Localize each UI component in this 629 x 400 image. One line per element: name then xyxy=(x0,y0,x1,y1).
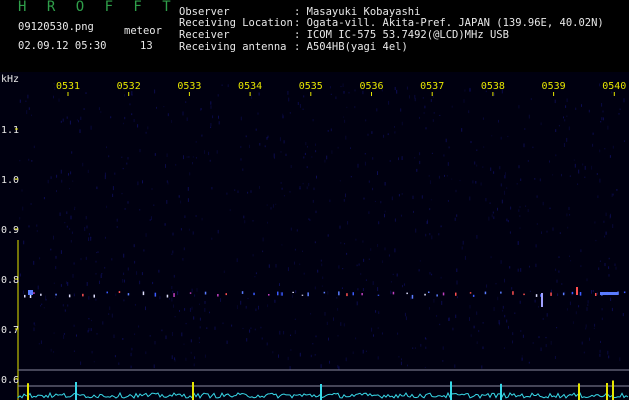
time-tick-label: 0531 xyxy=(56,81,80,92)
echo-dot xyxy=(253,292,255,296)
echo-dot xyxy=(484,291,487,295)
echo-dot xyxy=(377,294,380,296)
echo-dot xyxy=(217,294,219,297)
echo-dot xyxy=(411,294,414,299)
meteor-count: 13 xyxy=(140,40,153,52)
echo-dot xyxy=(346,293,348,297)
spectrogram-background xyxy=(0,72,629,400)
receiver-value: : ICOM IC-575 53.7492(@LCD)MHz USB xyxy=(294,29,509,41)
freq-tick-label: 0.8 xyxy=(1,275,19,286)
echo-dot xyxy=(623,291,626,294)
spectrogram-plot: kHz 0531 0532 0533 0534 0535 0536 0537 0538 0539 0… xyxy=(0,72,629,400)
freq-tick-label: 1.0 xyxy=(1,175,19,186)
echo-dot xyxy=(29,294,32,298)
time-tick-label: 0538 xyxy=(481,81,505,92)
echo-dot xyxy=(118,291,121,293)
signal-spike xyxy=(612,380,614,400)
echo-dot xyxy=(523,293,525,296)
echo-dot xyxy=(571,291,574,295)
time-tick-label: 0533 xyxy=(177,81,201,92)
echo-dot xyxy=(173,293,175,297)
echo-dot xyxy=(428,291,430,293)
echo-dot xyxy=(535,294,538,297)
freq-tick-label: 0.6 xyxy=(1,375,19,386)
echo-dot xyxy=(28,290,33,295)
echo-dot xyxy=(361,293,363,296)
freq-tick-label: 1.1 xyxy=(1,125,19,136)
echo-dot xyxy=(127,293,130,296)
signal-spike xyxy=(606,383,608,400)
signal-spike xyxy=(450,381,452,400)
echo-dot xyxy=(442,292,445,296)
meteor-label: meteor xyxy=(124,25,162,37)
echo-dot xyxy=(352,292,354,296)
echo-dot xyxy=(166,294,169,298)
antenna-value: : A504HB(yagi 4el) xyxy=(294,41,408,53)
echo-dot xyxy=(277,291,279,296)
echo-dot xyxy=(512,291,514,295)
echo-dot xyxy=(154,292,157,297)
echo-dot xyxy=(469,292,472,294)
echo-dot xyxy=(500,291,502,294)
echo-dot xyxy=(579,292,582,296)
echo-dot xyxy=(82,293,84,297)
echo-dot xyxy=(142,291,145,296)
capture-datetime: 02.09.12 05:30 xyxy=(18,40,107,52)
echo-dot xyxy=(600,292,618,295)
echo-dot xyxy=(24,294,26,298)
echo-dot xyxy=(33,292,35,294)
echo-dot xyxy=(106,291,108,294)
echo-dot xyxy=(392,291,395,295)
echo-dot xyxy=(40,293,42,296)
echo-dot xyxy=(323,291,326,294)
echo-dot xyxy=(281,292,283,296)
freq-tick-label: 0.9 xyxy=(1,225,19,236)
echo-dot xyxy=(595,293,597,296)
signal-spike xyxy=(192,382,194,400)
echo-dot xyxy=(338,291,340,296)
echo-dot xyxy=(436,294,438,297)
location-label: Receiving Location xyxy=(179,17,293,29)
time-tick-label: 0534 xyxy=(238,81,262,92)
receiver-label: Receiver xyxy=(179,29,230,41)
echo-dot xyxy=(268,294,270,296)
echo-dot xyxy=(307,292,309,297)
echo-dot xyxy=(292,291,294,293)
signal-spike xyxy=(27,383,29,400)
echo-dot xyxy=(55,293,57,296)
meteor-echo xyxy=(541,293,543,307)
time-tick-label: 0539 xyxy=(542,81,566,92)
freq-tick-label: 0.7 xyxy=(1,325,19,336)
echo-dot xyxy=(225,293,227,296)
echo-dot xyxy=(424,293,426,296)
echo-dot xyxy=(562,292,565,296)
time-tick-label: 0535 xyxy=(299,81,323,92)
time-tick-label: 0537 xyxy=(420,81,444,92)
echo-dot xyxy=(301,294,304,296)
echo-dot xyxy=(189,292,192,294)
freq-unit-label: kHz xyxy=(1,74,19,85)
time-tick-label: 0532 xyxy=(117,81,141,92)
signal-spike xyxy=(75,382,77,400)
app-logo: H R O F F T xyxy=(18,0,177,15)
meteor-echo xyxy=(576,287,578,295)
echo-dot xyxy=(241,291,244,294)
file-name: 09120530.png xyxy=(18,21,94,33)
antenna-label: Receiving antenna xyxy=(179,41,287,53)
echo-dot xyxy=(406,292,408,295)
echo-dot xyxy=(93,294,95,298)
echo-dot xyxy=(204,291,207,295)
location-value: : Ogata-vill. Akita-Pref. JAPAN (139.96E… xyxy=(294,17,604,29)
echo-dot xyxy=(550,292,552,296)
time-tick-label: 0540 xyxy=(602,81,626,92)
echo-dot xyxy=(455,292,457,296)
time-tick-label: 0536 xyxy=(359,81,383,92)
signal-spike xyxy=(320,384,322,400)
signal-spike xyxy=(578,383,580,400)
echo-dot xyxy=(472,294,475,297)
header-panel: H R O F F T 09120530.png 02.09.12 05:30 … xyxy=(0,0,629,72)
echo-dot xyxy=(68,294,71,298)
signal-spike xyxy=(500,383,502,400)
